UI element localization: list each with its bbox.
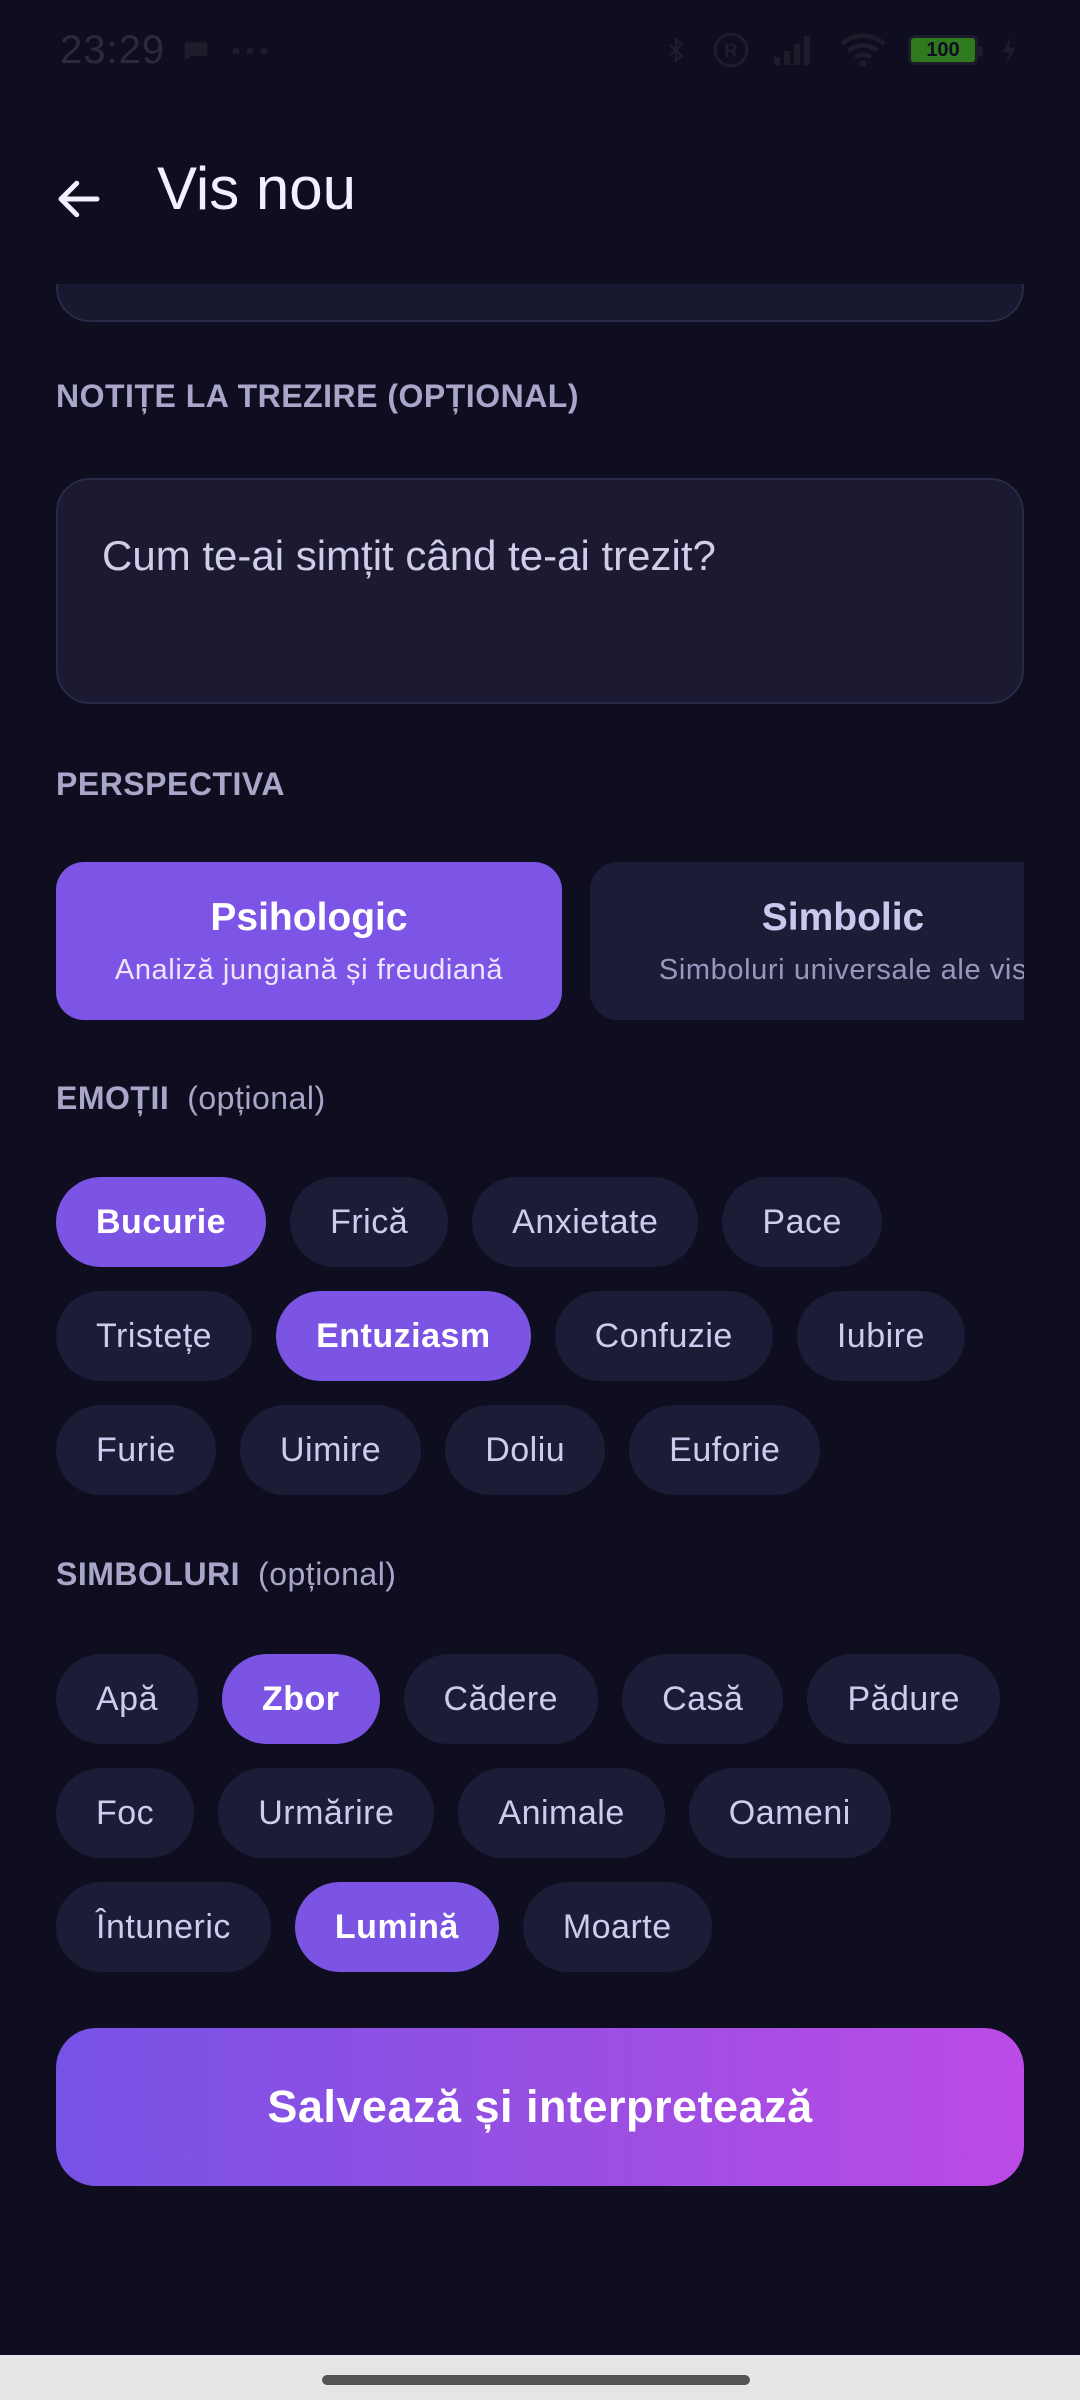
emotion-chip[interactable]: Euforie: [629, 1405, 821, 1495]
emotion-chip[interactable]: Anxietate: [472, 1177, 699, 1267]
symbol-chip-row: Foc Urmărire Animale Oameni: [56, 1768, 1046, 1858]
emotions-label-text: EMOȚII: [56, 1080, 170, 1116]
emotion-chip-group: Bucurie Frică Anxietate Pace Tristețe Entuzia…: [56, 1177, 1046, 1519]
symbol-chip[interactable]: Cădere: [403, 1654, 599, 1744]
notes-label: NOTIȚE LA TREZIRE (OPȚIONAL): [56, 378, 579, 414]
navigation-bar: [0, 2355, 1080, 2400]
symbol-chip[interactable]: Întuneric: [56, 1882, 271, 1972]
charging-icon: [1002, 35, 1016, 65]
symbol-chip-row: Apă Zbor Cădere Casă Pădure: [56, 1654, 1046, 1744]
perspective-card-psihologic[interactable]: Psihologic Analiză jungiană și freudiană: [56, 862, 562, 1020]
registered-icon: R: [713, 32, 749, 68]
symbols-label-text: SIMBOLURI: [56, 1556, 241, 1592]
battery-level: 100: [926, 38, 960, 61]
battery-icon: 100: [908, 35, 983, 65]
symbol-chip[interactable]: Pădure: [807, 1654, 1001, 1744]
symbol-chip[interactable]: Urmărire: [218, 1768, 435, 1858]
message-icon: [184, 42, 208, 61]
app-bar: Vis nou: [0, 104, 1080, 284]
emotion-chip[interactable]: Frică: [290, 1177, 449, 1267]
signal-icon: [774, 36, 810, 65]
symbols-optional-text: (opțional): [258, 1556, 397, 1592]
emotion-chip[interactable]: Uimire: [239, 1405, 422, 1495]
perspective-title: Psihologic: [210, 896, 408, 939]
perspective-subtitle: Simboluri universale ale vis: [658, 954, 1024, 986]
symbol-chip[interactable]: Animale: [458, 1768, 665, 1858]
symbol-chip-row: Întuneric Lumină Moarte: [56, 1882, 1046, 1972]
arrow-left-icon: [58, 180, 100, 218]
emotion-chip[interactable]: Entuziasm: [276, 1291, 531, 1381]
status-bar: 23:29 R 100: [0, 0, 1080, 104]
perspective-selector[interactable]: Psihologic Analiză jungiană și freudiană…: [56, 862, 1024, 1020]
status-time: 23:29: [60, 28, 166, 72]
emotion-chip-row: Furie Uimire Doliu Euforie: [56, 1405, 1046, 1495]
perspective-label: PERSPECTIVA: [56, 766, 285, 802]
symbol-chip[interactable]: Apă: [56, 1654, 198, 1744]
perspective-card-simbolic[interactable]: Simbolic Simboluri universale ale vis: [590, 862, 1024, 1020]
symbol-chip[interactable]: Foc: [56, 1768, 195, 1858]
save-interpret-button[interactable]: Salvează și interpretează: [56, 2028, 1024, 2186]
screen: NOTIȚE LA TREZIRE (OPȚIONAL) PERSPECTIVA…: [0, 0, 1080, 2400]
emotion-chip[interactable]: Tristețe: [56, 1291, 253, 1381]
emotion-chip[interactable]: Confuzie: [554, 1291, 773, 1381]
status-right-icons: R 100: [662, 30, 1018, 70]
symbol-chip[interactable]: Casă: [622, 1654, 784, 1744]
emotion-chip-row: Bucurie Frică Anxietate Pace: [56, 1177, 1046, 1267]
back-button[interactable]: [40, 160, 118, 238]
emotion-chip-row: Tristețe Entuziasm Confuzie Iubire: [56, 1291, 1046, 1381]
symbol-chip[interactable]: Zbor: [222, 1654, 380, 1744]
more-dots-icon: [232, 47, 268, 55]
notes-field[interactable]: [56, 478, 1024, 704]
symbol-chip-group: Apă Zbor Cădere Casă Pădure Foc Urmărire Animal…: [56, 1654, 1046, 1996]
emotion-chip[interactable]: Bucurie: [56, 1177, 267, 1267]
symbol-chip[interactable]: Oameni: [688, 1768, 891, 1858]
page-title: Vis nou: [157, 155, 357, 222]
wifi-icon: [840, 33, 886, 67]
emotions-label: EMOȚII (opțional): [56, 1080, 326, 1117]
status-left-icons: [180, 36, 270, 66]
notes-input[interactable]: [58, 480, 1022, 702]
symbols-label: SIMBOLURI (opțional): [56, 1556, 396, 1593]
emotion-chip[interactable]: Furie: [56, 1405, 216, 1495]
bluetooth-icon: [668, 37, 684, 63]
perspective-title: Simbolic: [761, 896, 925, 939]
home-gesture-handle[interactable]: [322, 2375, 750, 2385]
emotion-chip[interactable]: Pace: [722, 1177, 882, 1267]
emotions-optional-text: (opțional): [187, 1080, 326, 1116]
symbol-chip[interactable]: Lumină: [294, 1882, 499, 1972]
emotion-chip[interactable]: Iubire: [796, 1291, 965, 1381]
symbol-chip[interactable]: Moarte: [522, 1882, 712, 1972]
svg-text:R: R: [724, 41, 738, 62]
emotion-chip[interactable]: Doliu: [445, 1405, 606, 1495]
perspective-subtitle: Analiză jungiană și freudiană: [114, 954, 504, 986]
